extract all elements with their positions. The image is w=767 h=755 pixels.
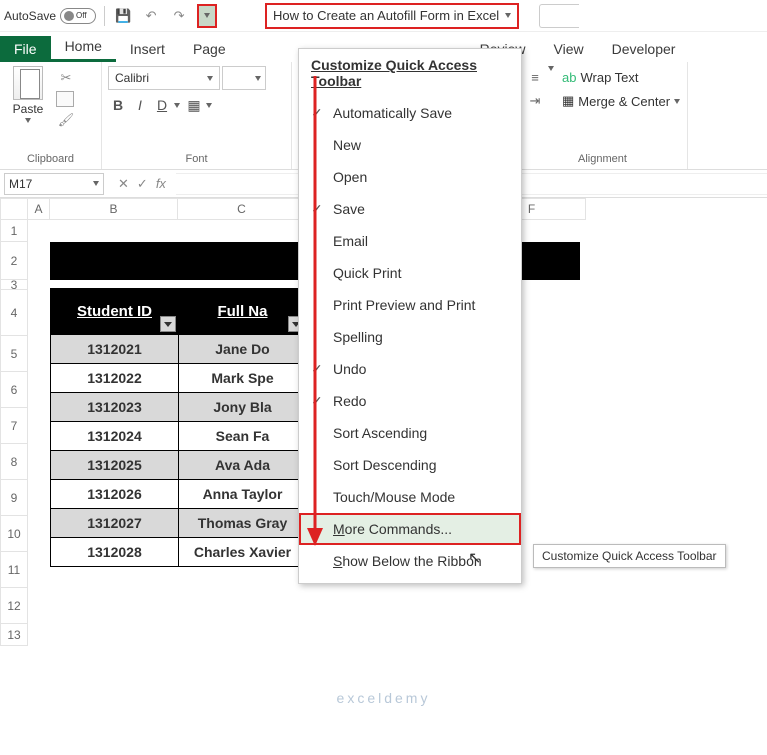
row-header[interactable]: 10 [0, 516, 28, 552]
menu-item[interactable]: Print Preview and Print [299, 289, 521, 321]
cell[interactable]: Anna Taylor [179, 480, 307, 509]
cursor-icon: ↖ [468, 548, 481, 568]
row-header[interactable]: 5 [0, 336, 28, 372]
cut-icon[interactable]: ✂ [56, 68, 76, 88]
cell[interactable]: 1312025 [51, 451, 179, 480]
tab-developer[interactable]: Developer [598, 36, 690, 62]
col-header[interactable]: B [50, 198, 178, 220]
group-clipboard: Paste ✂ 🖌 Clipboard [0, 62, 102, 169]
select-all-corner[interactable] [0, 198, 28, 220]
menu-item[interactable]: Undo [299, 353, 521, 385]
row-header[interactable]: 4 [0, 290, 28, 336]
underline-button[interactable]: D [152, 94, 172, 116]
row-header[interactable]: 9 [0, 480, 28, 516]
menu-item[interactable]: New [299, 129, 521, 161]
indent-icon[interactable]: ⇥ [524, 90, 546, 112]
row-header[interactable]: 6 [0, 372, 28, 408]
tooltip: Customize Quick Access Toolbar [533, 544, 726, 568]
undo-icon[interactable]: ↶ [141, 6, 161, 26]
row-header[interactable]: 12 [0, 588, 28, 624]
merge-center-button[interactable]: ▦Merge & Center [562, 90, 680, 112]
menu-item[interactable]: Sort Ascending [299, 417, 521, 449]
cell[interactable]: Sean Fa [179, 422, 307, 451]
row-header[interactable]: 11 [0, 552, 28, 588]
borders-button[interactable]: ▦ [184, 94, 204, 116]
customize-qat-button[interactable] [197, 4, 217, 28]
menu-item[interactable]: Open [299, 161, 521, 193]
wrap-text-button[interactable]: abWrap Text [562, 66, 680, 88]
menu-item[interactable]: Email [299, 225, 521, 257]
menu-item[interactable]: More Commands... [299, 513, 521, 545]
menu-item[interactable]: Touch/Mouse Mode [299, 481, 521, 513]
filter-button[interactable] [160, 316, 176, 332]
name-box[interactable]: M17 [4, 173, 104, 195]
cell[interactable]: 1312022 [51, 364, 179, 393]
cell[interactable]: Mark Spe [179, 364, 307, 393]
tab-file[interactable]: File [0, 36, 51, 62]
font-name-select[interactable]: Calibri [108, 66, 220, 90]
tab-insert[interactable]: Insert [116, 36, 179, 62]
search-box[interactable] [539, 4, 579, 28]
menu-item[interactable]: Automatically Save [299, 97, 521, 129]
cell[interactable]: Charles Xavier [179, 538, 307, 567]
copy-icon[interactable] [56, 91, 74, 107]
align-top-icon[interactable]: ≡ [524, 66, 546, 88]
cell[interactable]: Thomas Gray [179, 509, 307, 538]
col-header[interactable]: A [28, 198, 50, 220]
cell[interactable]: Jony Bla [179, 393, 307, 422]
autosave-toggle[interactable]: AutoSave Off [4, 8, 96, 24]
italic-button[interactable]: I [130, 94, 150, 116]
cell[interactable]: 1312021 [51, 335, 179, 364]
fx-icon[interactable]: fx [156, 176, 166, 192]
enter-icon[interactable]: ✓ [137, 176, 148, 192]
cell[interactable]: 1312026 [51, 480, 179, 509]
quick-access-toolbar: AutoSave Off 💾 ↶ ↷ How to Create an Auto… [0, 0, 767, 32]
redo-icon[interactable]: ↷ [169, 6, 189, 26]
cell[interactable]: 1312024 [51, 422, 179, 451]
cell[interactable]: Jane Do [179, 335, 307, 364]
group-font: Calibri B I D ▦ Font [102, 62, 292, 169]
watermark: exceldemy [0, 690, 767, 706]
row-header[interactable]: 8 [0, 444, 28, 480]
cell[interactable]: 1312023 [51, 393, 179, 422]
paste-button[interactable]: Paste [6, 66, 50, 130]
workbook-title[interactable]: How to Create an Autofill Form in Excel [265, 3, 519, 29]
bold-button[interactable]: B [108, 94, 128, 116]
menu-item[interactable]: Show Below the Ribbon [299, 545, 521, 577]
row-header[interactable]: 1 [0, 220, 28, 242]
menu-item[interactable]: Sort Descending [299, 449, 521, 481]
tab-page[interactable]: Page [179, 36, 240, 62]
table-header[interactable]: Student ID [51, 289, 179, 335]
autosave-label: AutoSave [4, 9, 56, 23]
tab-view[interactable]: View [540, 36, 598, 62]
cell[interactable]: 1312028 [51, 538, 179, 567]
col-header[interactable]: C [178, 198, 306, 220]
menu-item[interactable]: Quick Print [299, 257, 521, 289]
save-icon[interactable]: 💾 [113, 6, 133, 26]
table-header[interactable]: Full Na [179, 289, 307, 335]
row-header[interactable]: 7 [0, 408, 28, 444]
tab-home[interactable]: Home [51, 33, 116, 62]
cell[interactable]: Ava Ada [179, 451, 307, 480]
font-size-select[interactable] [222, 66, 266, 90]
row-header[interactable]: 3 [0, 280, 28, 290]
cancel-icon[interactable]: ✕ [118, 176, 129, 192]
row-header[interactable]: 2 [0, 242, 28, 280]
format-painter-icon[interactable]: 🖌 [56, 110, 76, 130]
row-header[interactable]: 13 [0, 624, 28, 646]
menu-item[interactable]: Spelling [299, 321, 521, 353]
menu-item[interactable]: Save [299, 193, 521, 225]
customize-qat-menu: Customize Quick Access Toolbar Automatic… [298, 48, 522, 584]
group-alignment: ≡ ⇥ abWrap Text ▦Merge & Center Alignmen… [518, 62, 688, 169]
cell[interactable]: 1312027 [51, 509, 179, 538]
menu-title: Customize Quick Access Toolbar [299, 49, 521, 97]
menu-item[interactable]: Redo [299, 385, 521, 417]
